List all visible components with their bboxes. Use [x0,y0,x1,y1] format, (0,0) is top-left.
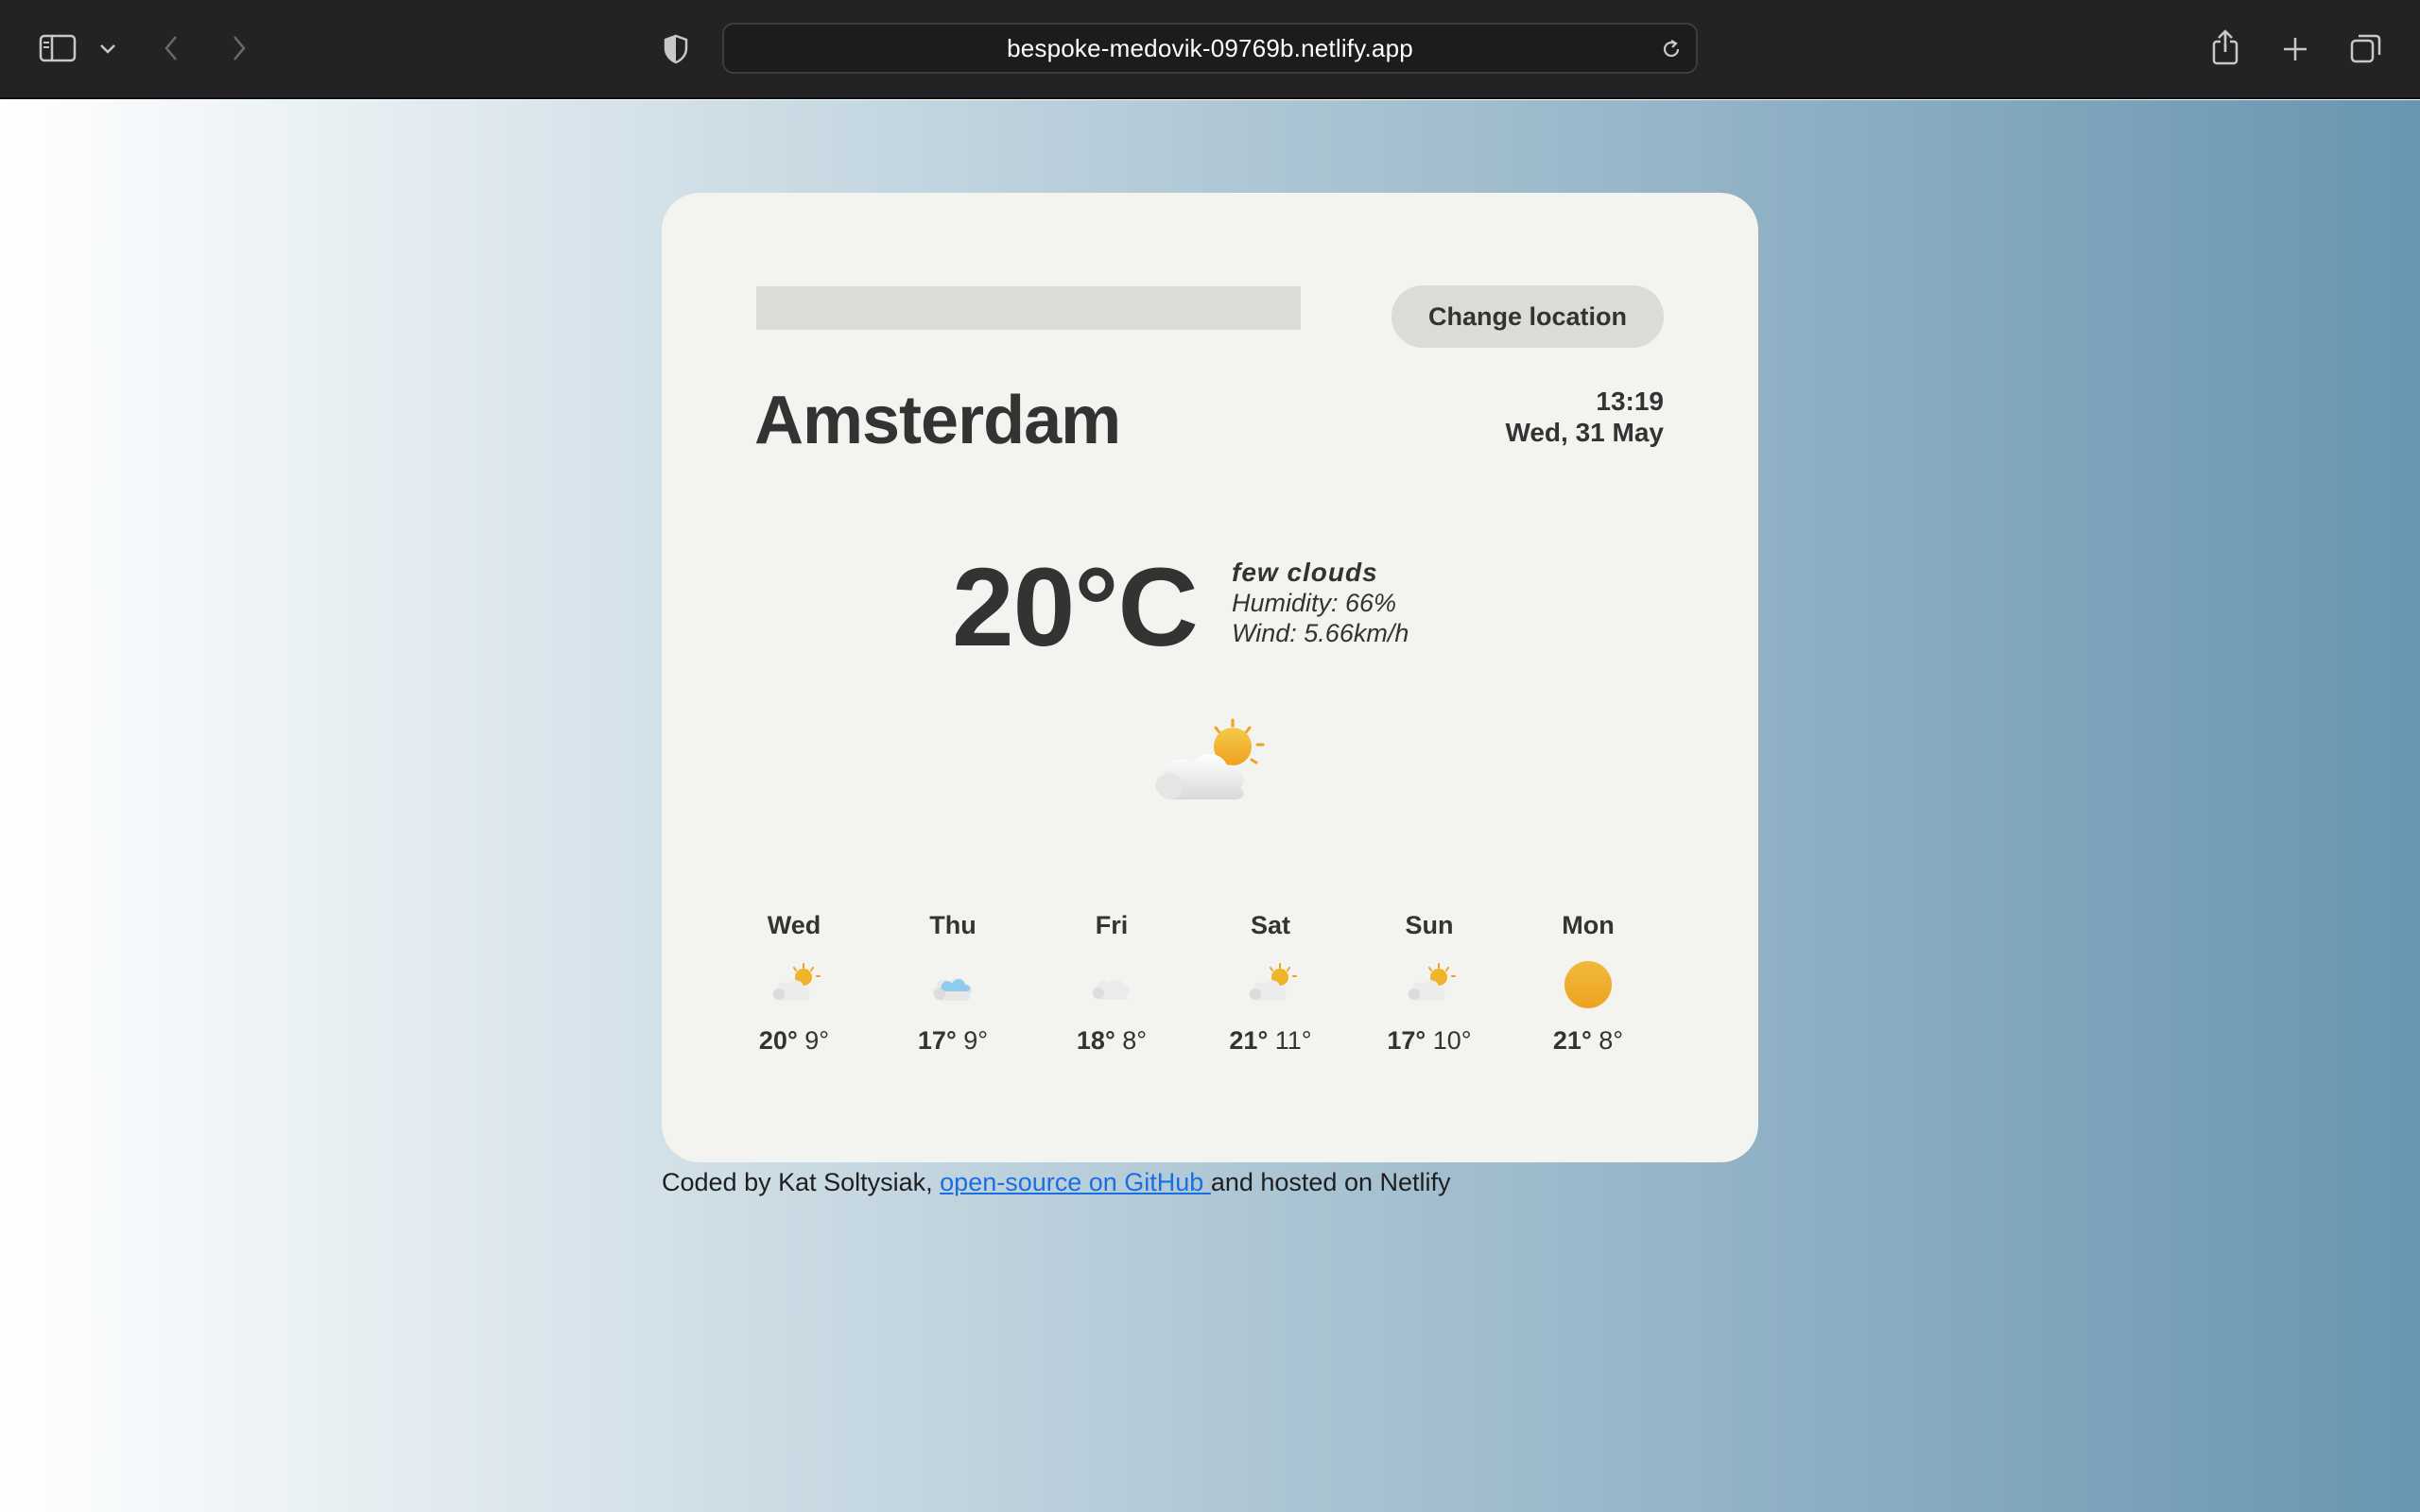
github-link[interactable]: open-source on GitHub [940,1168,1211,1196]
forecast-day: Sat 21° 11° [1214,909,1327,1057]
address-bar[interactable]: bespoke-medovik-09769b.netlify.app [722,23,1698,74]
forecast-temps: 20° 9° [737,1024,851,1057]
weather-card: Change location Amsterdam 13:19 Wed, 31 … [662,193,1758,1162]
forecast-day-name: Sun [1405,911,1454,939]
current-conditions: few clouds Humidity: 66% Wind: 5.66km/h [1232,558,1409,648]
forecast-max: 17° [1387,1026,1426,1055]
browser-toolbar: bespoke-medovik-09769b.netlify.app [0,0,2420,99]
share-icon[interactable] [2206,26,2244,68]
partly-cloudy-icon [1155,718,1265,799]
forecast-temps: 17° 9° [896,1024,1010,1057]
forecast-max: 21° [1552,1026,1592,1055]
forward-arrow-icon[interactable] [225,32,253,64]
footer: Coded by Kat Soltysiak, open-source on G… [662,1168,1451,1197]
forecast-temps: 18° 8° [1055,1024,1168,1057]
forecast-day-name: Fri [1095,911,1129,939]
forecast-day: Fri 18° 8° [1055,909,1168,1057]
rain-cloud-icon [932,977,973,1001]
forecast-day-name: Mon [1562,911,1615,939]
forecast-max: 18° [1076,1026,1115,1055]
sun-icon [1564,961,1612,1008]
new-tab-plus-icon[interactable] [2276,30,2314,68]
forecast-min: 11° [1274,1026,1312,1055]
forecast-day: Sun 17° 10° [1373,909,1486,1057]
cloud-icon [1092,979,1130,1000]
forecast-max: 20° [758,1026,798,1055]
forecast-day: Wed 20° 9° [737,909,851,1057]
chevron-down-icon[interactable] [96,38,119,60]
tab-overview-icon[interactable] [2346,28,2386,68]
partly-cloudy-icon [772,963,821,1001]
change-location-button[interactable]: Change location [1392,285,1664,348]
privacy-shield-icon[interactable] [660,32,692,66]
reload-icon[interactable] [1658,36,1685,62]
wind: Wind: 5.66km/h [1232,619,1409,647]
forecast-min: 9° [963,1026,989,1055]
partly-cloudy-icon [1249,963,1297,1001]
forecast-temps: 17° 10° [1373,1024,1486,1057]
forecast-min: 8° [1122,1026,1148,1055]
humidity: Humidity: 66% [1232,589,1397,617]
forecast-min: 9° [804,1026,830,1055]
date-time: 13:19 Wed, 31 May [1505,386,1664,448]
weather-description: few clouds [1232,558,1378,587]
forecast-day: Thu 17° 9° [896,909,1010,1057]
page-background: Change location Amsterdam 13:19 Wed, 31 … [0,100,2420,1512]
back-arrow-icon[interactable] [157,32,185,64]
forecast-row: Wed 20° 9° Thu 17° 9° Fri 18° 8° Sat 21°… [756,909,1664,1060]
footer-suffix: and hosted on Netlify [1210,1168,1451,1196]
forecast-min: 8° [1599,1026,1624,1055]
footer-prefix: Coded by Kat Soltysiak, [662,1168,941,1196]
sidebar-toggle-icon[interactable] [36,32,79,64]
forecast-max: 21° [1229,1026,1269,1055]
forecast-min: 10° [1432,1026,1472,1055]
current-date: Wed, 31 May [1505,418,1664,447]
url-text: bespoke-medovik-09769b.netlify.app [1007,33,1413,62]
forecast-temps: 21° 8° [1531,1024,1645,1057]
forecast-day: Mon 21° 8° [1531,909,1645,1057]
current-temperature: 20°C [952,545,1199,670]
current-time: 13:19 [1596,387,1664,416]
forecast-max: 17° [917,1026,957,1055]
forecast-day-name: Wed [767,911,821,939]
partly-cloudy-icon [1408,963,1456,1001]
forecast-day-name: Sat [1250,911,1291,939]
forecast-day-name: Thu [929,911,977,939]
search-input[interactable] [756,286,1301,330]
forecast-temps: 21° 11° [1214,1024,1327,1057]
city-name: Amsterdam [754,383,1121,458]
